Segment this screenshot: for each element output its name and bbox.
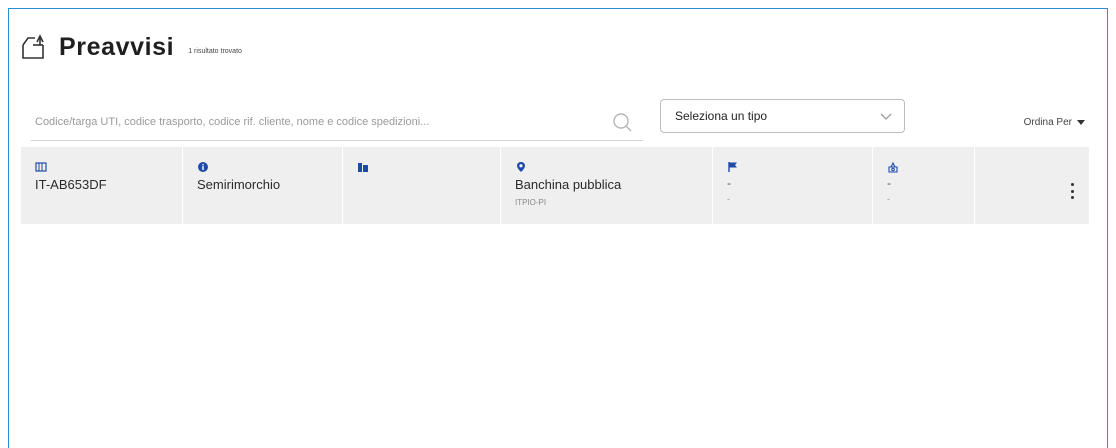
type-select[interactable]: Seleziona un tipo [660,99,905,133]
location-value: Banchina pubblica [515,177,622,192]
sort-label: Ordina Per [1023,117,1072,128]
flag-icon [728,162,737,172]
unit-type-value: Semirimorchio [197,177,281,192]
status-sub: - [887,194,890,204]
sort-dropdown[interactable]: Ordina Per [1024,117,1085,128]
building-icon [358,163,368,172]
result-count: 1 risultato trovato [188,47,242,55]
cell-actions [975,147,1089,224]
cell-status: - - [873,147,975,224]
search-bar [31,103,643,141]
open-box-icon [22,34,44,59]
caret-down-icon [1077,120,1085,125]
box-status-icon [888,161,898,173]
cell-unit-type: Semirimorchio [183,147,343,224]
info-icon [198,162,208,172]
preavvisi-panel: Preavvisi 1 risultato trovato Seleziona … [8,8,1108,448]
cell-location: Banchina pubblica ITPIO-PI [501,147,713,224]
search-input[interactable] [31,103,611,140]
cell-company [343,147,501,224]
destination-sub: - [727,194,730,204]
destination-value: - [727,176,731,190]
type-select-value: Seleziona un tipo [675,109,768,123]
container-icon [35,162,47,172]
chevron-down-icon [880,113,892,120]
status-value: - [887,176,891,190]
plate-value: IT-AB653DF [35,177,107,192]
cell-plate: IT-AB653DF [21,147,183,224]
page-header: Preavvisi 1 risultato trovato [19,27,242,67]
table-row[interactable]: IT-AB653DF Semirimorchio Banchina pubbli… [21,147,1089,224]
more-vert-icon[interactable] [1069,183,1075,199]
search-icon[interactable] [611,111,633,133]
location-code: ITPIO-PI [515,198,547,207]
page-title: Preavvisi [59,32,175,61]
location-pin-icon [517,162,525,172]
cell-destination: - - [713,147,873,224]
